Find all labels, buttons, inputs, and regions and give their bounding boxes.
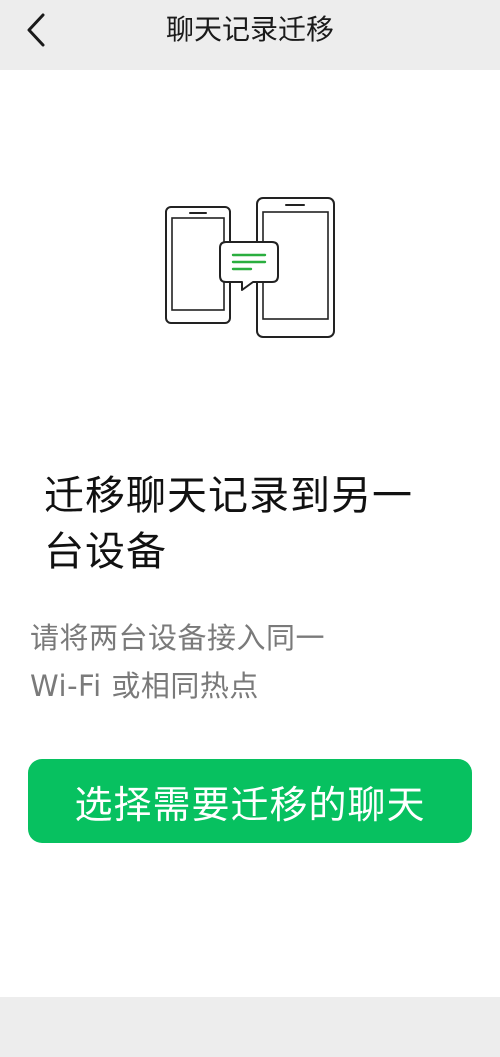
phones-transfer-chat-icon	[165, 197, 335, 338]
heading-line-1: 迁移聊天记录到另一	[44, 473, 413, 519]
bottom-bar	[0, 997, 500, 1057]
migration-description: 请将两台设备接入同一 Wi-Fi 或相同热点	[30, 614, 470, 710]
navigation-bar: 聊天记录迁移	[0, 0, 500, 70]
description-line-2: Wi-Fi 或相同热点	[30, 669, 259, 703]
phones-transfer-illustration	[160, 194, 340, 344]
description-line-1: 请将两台设备接入同一	[30, 621, 326, 655]
page-title: 聊天记录迁移	[165, 13, 334, 46]
heading-line-2: 台设备	[44, 529, 167, 575]
select-chats-button[interactable]: 选择需要迁移的聊天	[28, 759, 472, 843]
migration-heading: 迁移聊天记录到另一 台设备	[44, 468, 464, 580]
